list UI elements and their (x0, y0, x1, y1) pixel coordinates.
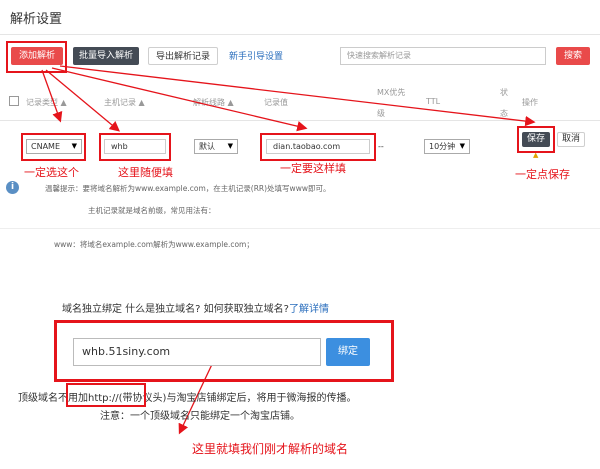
tip-line-2: 主机记录就是域名前缀，常见用法有： (88, 206, 216, 215)
arrow-to-save (59, 65, 536, 127)
domain-input[interactable]: whb.51siny.com (73, 338, 321, 366)
tip-divider (0, 228, 600, 229)
bind-domain-question: 域名独立绑定 什么是独立域名? 如何获取独立域名?了解详情 (62, 304, 329, 315)
arrow-to-type (41, 69, 63, 123)
annotation-fill-domain: 这里就填我们刚才解析的域名 (192, 442, 349, 456)
tip-line-1: 温馨提示：要将域名解析为www.example.com，在主机记录(RR)处填写… (45, 184, 331, 193)
annotation-fill-any: 这里随便填 (118, 166, 173, 179)
tip-line-3: www：将域名example.com解析为www.example.com； (54, 240, 254, 249)
annotation-fill-this: 一定要这样填 (280, 162, 346, 175)
learn-more-link[interactable]: 了解详情 (289, 304, 329, 315)
arrow-to-host (45, 69, 120, 132)
annotation-select-one: 一定选这个 (24, 166, 79, 179)
bind-note-2: 注意：一个顶级域名只能绑定一个淘宝店铺。 (100, 411, 300, 422)
bind-button[interactable]: 绑定 (326, 338, 370, 366)
highlight-no-http (66, 383, 146, 407)
annotation-click-save: 一定点保存 (515, 168, 570, 181)
arrow-to-value (51, 67, 308, 132)
info-icon: i (6, 181, 19, 194)
